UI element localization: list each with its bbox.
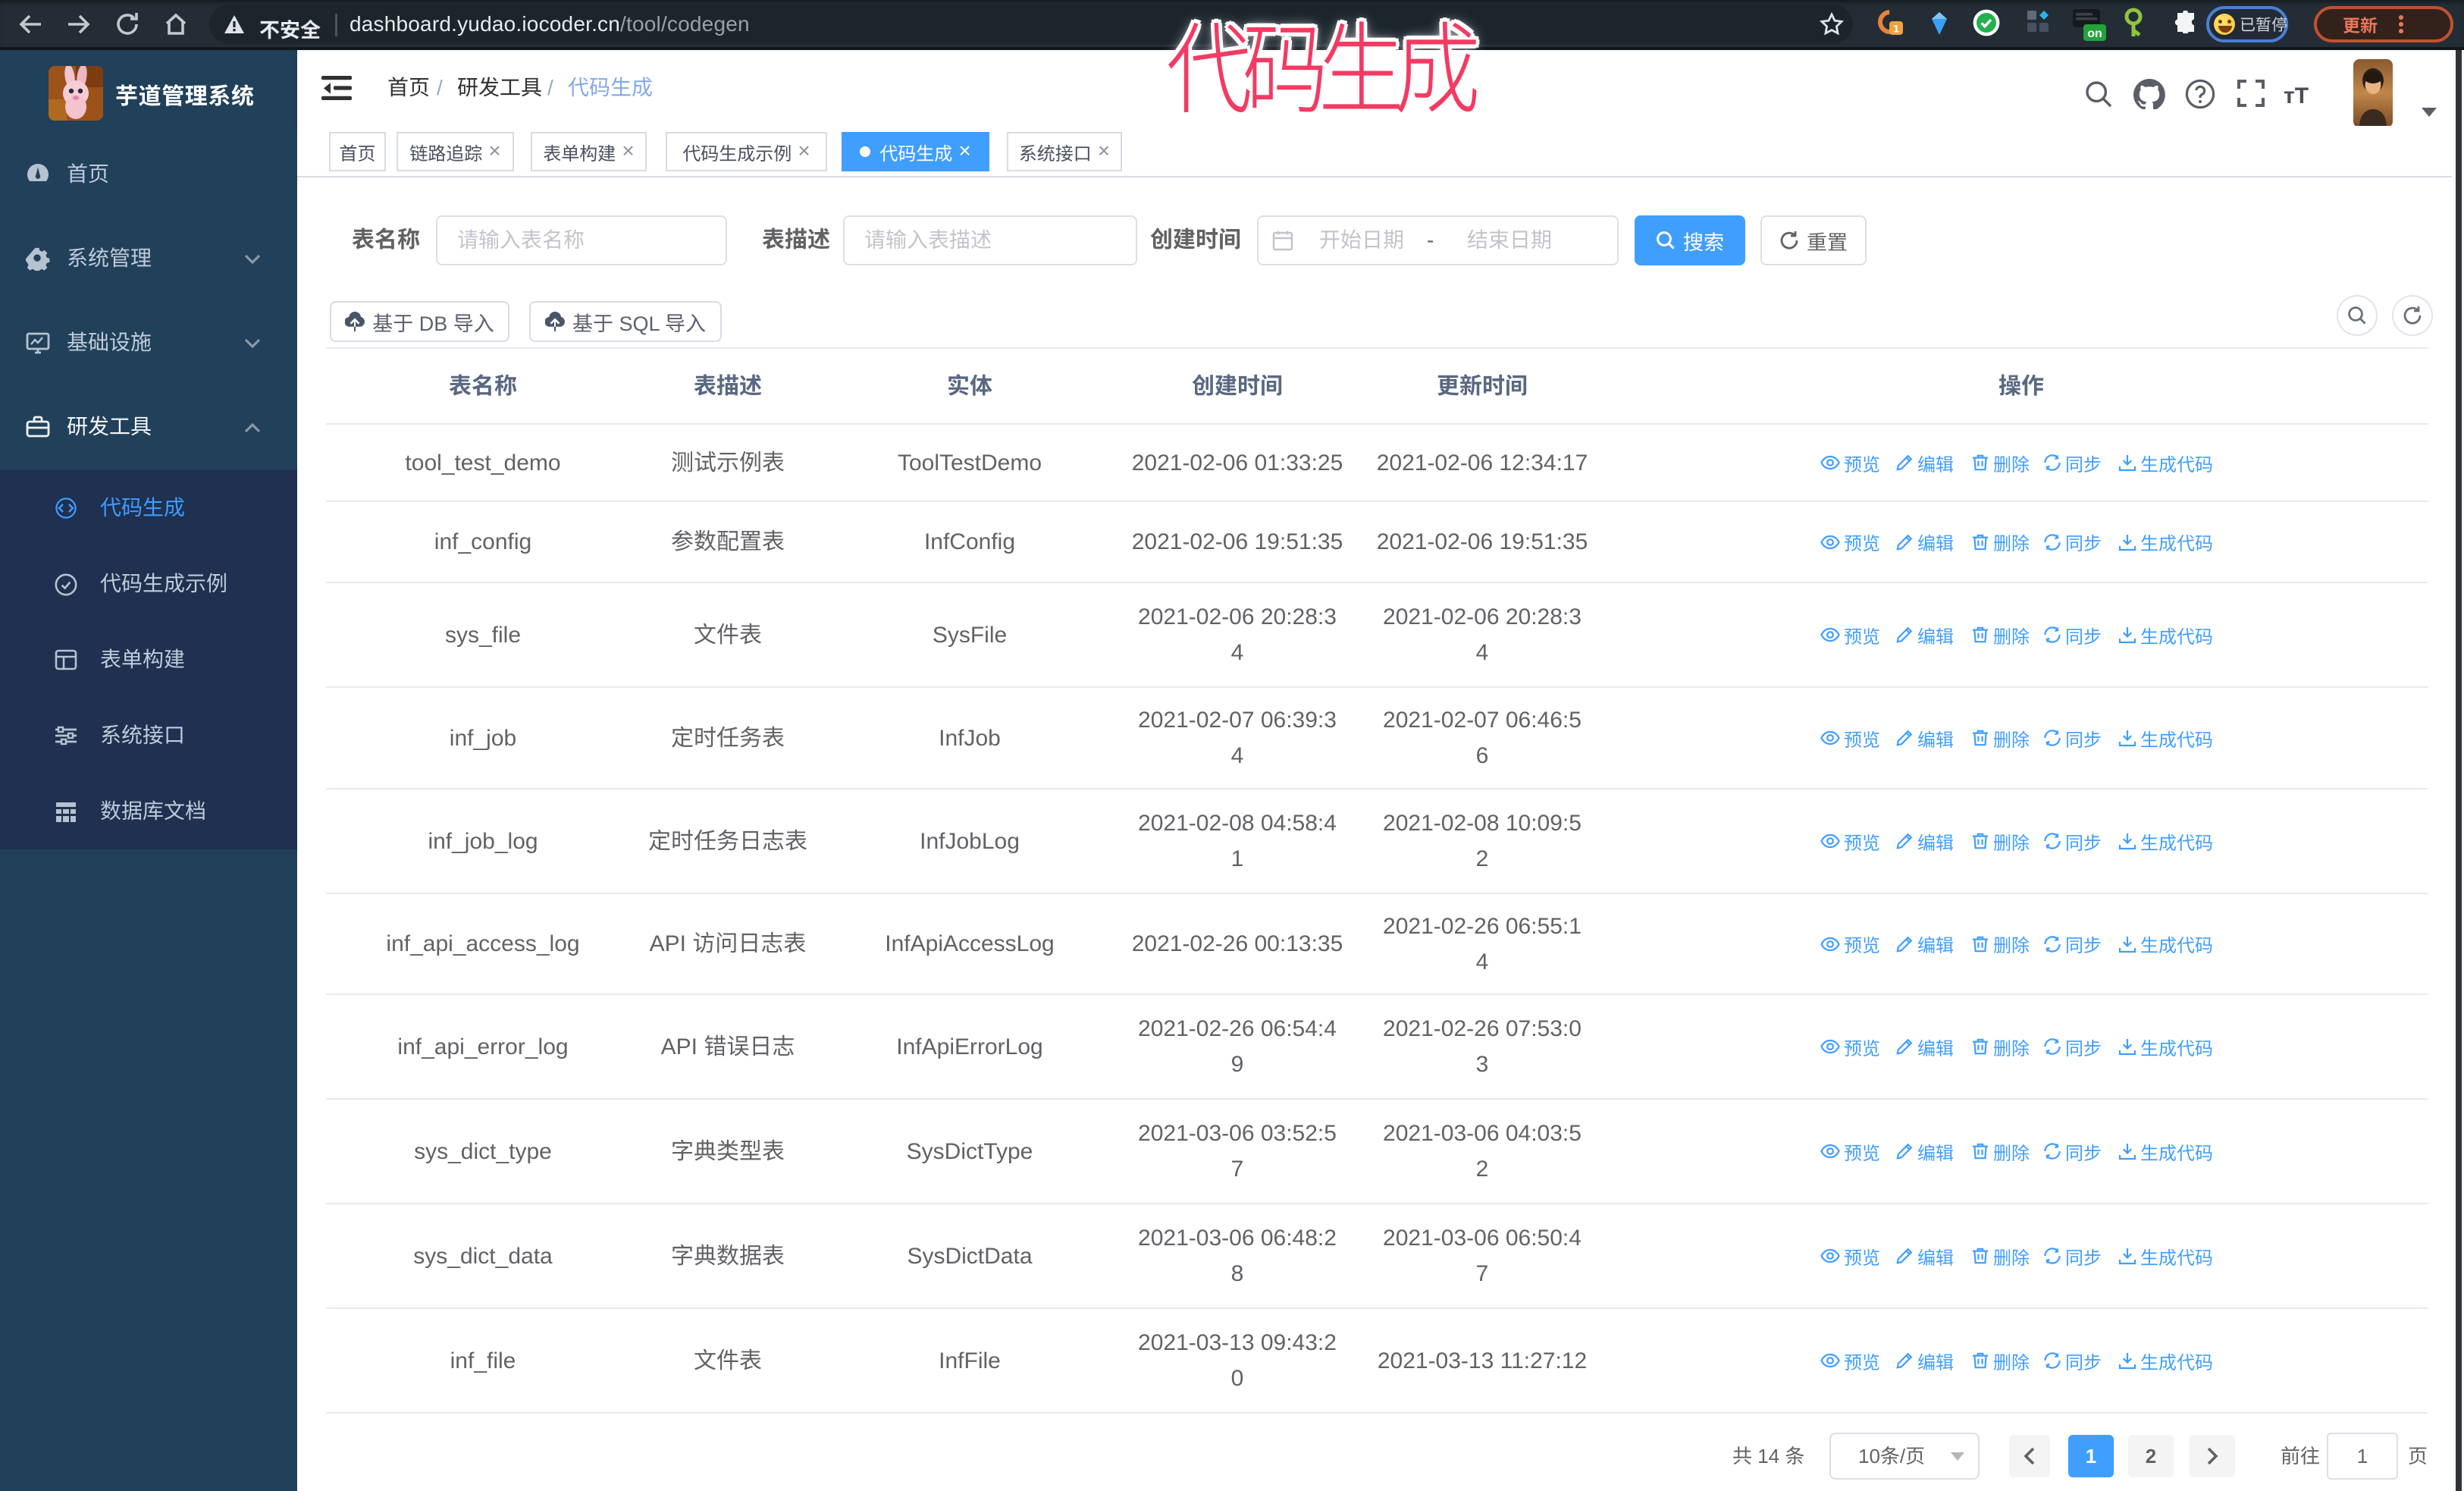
svg-text:1: 1 xyxy=(1893,22,1899,34)
svg-text:on: on xyxy=(2087,27,2102,40)
